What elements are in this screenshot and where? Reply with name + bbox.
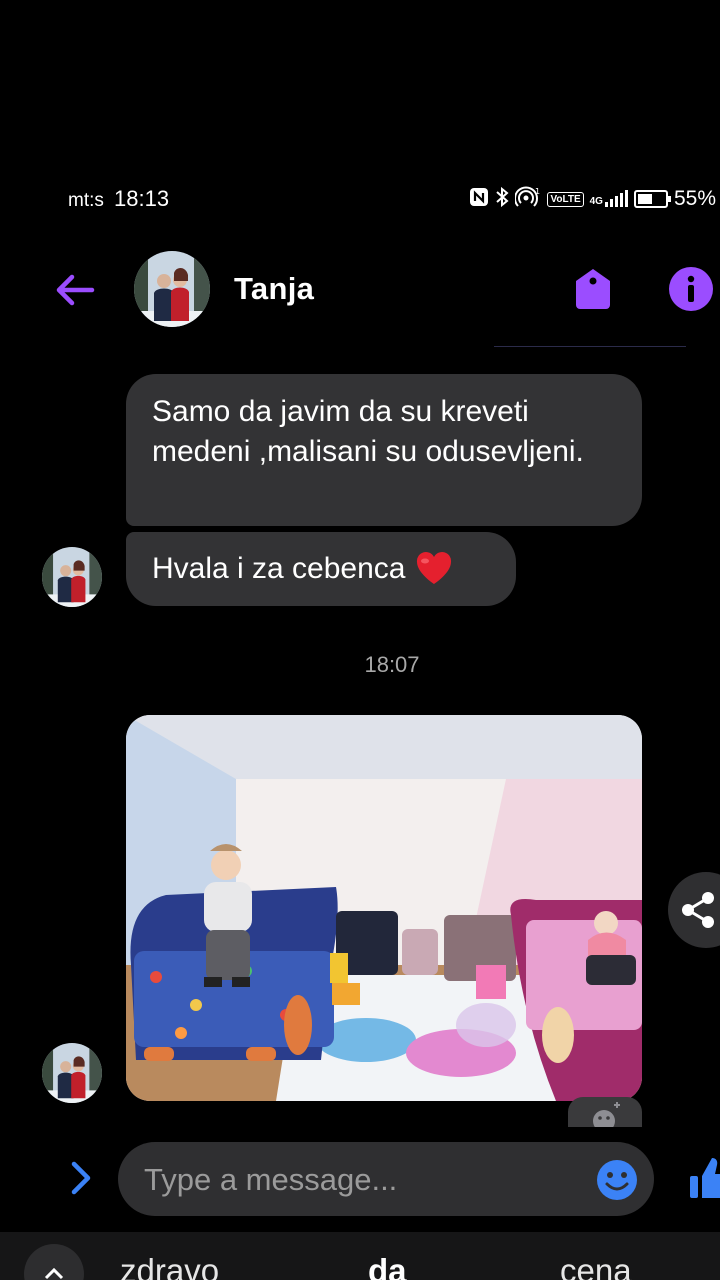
emoji-icon	[597, 1160, 637, 1200]
suggestion-word[interactable]: cena	[560, 1252, 632, 1280]
clock: 18:13	[114, 186, 170, 211]
contact-avatar[interactable]	[134, 251, 210, 327]
emoji-button[interactable]	[596, 1159, 638, 1201]
contact-name[interactable]: Tanja	[234, 271, 314, 307]
keyboard-suggestion-bar: zdravo da cena	[0, 1232, 720, 1280]
bluetooth-icon	[495, 186, 509, 212]
back-button[interactable]	[52, 267, 98, 313]
keyboard-collapse-button[interactable]	[24, 1244, 84, 1280]
chevron-up-icon	[44, 1267, 64, 1280]
suggestion-word[interactable]: da	[368, 1252, 407, 1280]
tag-icon	[576, 269, 610, 309]
red-heart-emoji	[415, 551, 453, 585]
message-bubble[interactable]: Hvala i za cebenca	[126, 532, 516, 606]
like-icon	[690, 1158, 720, 1198]
add-reaction-button[interactable]	[568, 1097, 642, 1127]
expand-chevron-icon	[71, 1161, 91, 1195]
photo-message[interactable]	[126, 715, 642, 1101]
chat-header: Tanja	[0, 245, 720, 335]
signal-icon: 4G	[589, 190, 628, 207]
info-icon	[669, 267, 713, 311]
suggestion-word[interactable]: zdravo	[120, 1252, 219, 1280]
message-text: Hvala i za cebenca	[152, 552, 406, 585]
carrier-label: mt:s	[68, 190, 104, 211]
share-button[interactable]	[668, 872, 720, 948]
sender-avatar[interactable]	[42, 547, 102, 607]
status-bar: mt:s 18:13 1 VoLTE 4G 55%	[0, 180, 720, 220]
sender-avatar[interactable]	[42, 1043, 102, 1103]
battery-percent: 55%	[673, 187, 716, 210]
nfc-icon	[469, 187, 489, 211]
volte-icon: VoLTE	[547, 191, 584, 207]
share-icon	[682, 892, 714, 928]
message-input-placeholder: Type a message...	[144, 1162, 398, 1197]
tag-button[interactable]	[572, 267, 614, 311]
back-arrow-icon	[56, 274, 95, 306]
message-text: Samo da javim da su kreveti medeni ,mali…	[152, 395, 584, 468]
header-divider	[494, 346, 686, 347]
message-composer: Type a message...	[0, 1140, 720, 1220]
add-reaction-icon	[593, 1102, 620, 1127]
battery-icon	[633, 190, 671, 208]
network-type: 4G	[589, 196, 603, 207]
like-button[interactable]	[688, 1154, 720, 1202]
svg-text:1: 1	[535, 187, 540, 196]
message-input[interactable]: Type a message...	[118, 1142, 654, 1216]
message-bubble[interactable]: Samo da javim da su kreveti medeni ,mali…	[126, 374, 642, 526]
hotspot-icon: 1	[514, 186, 541, 212]
expand-button[interactable]	[64, 1158, 98, 1198]
info-button[interactable]	[668, 266, 714, 312]
message-timestamp: 18:07	[364, 652, 420, 677]
